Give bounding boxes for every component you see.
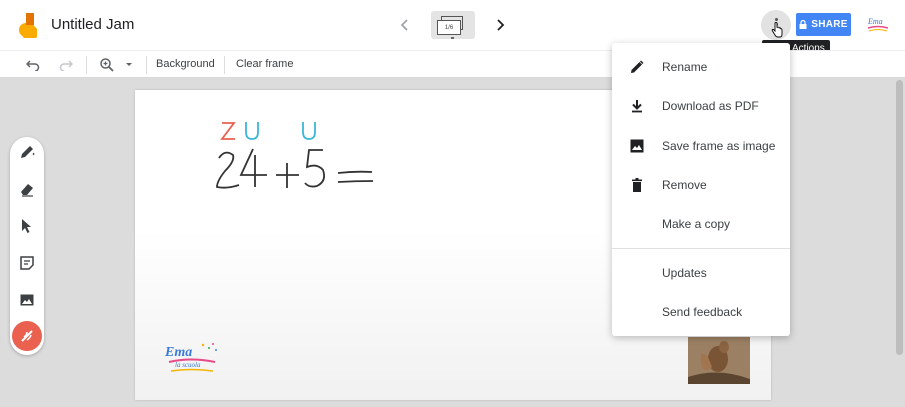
share-button[interactable]: SHARE xyxy=(796,13,851,36)
menu-item-save-image[interactable]: Save frame as image xyxy=(612,128,790,164)
menu-item-make-copy[interactable]: Make a copy xyxy=(612,206,790,242)
avatar[interactable]: Ema xyxy=(866,15,890,35)
download-icon xyxy=(628,97,646,115)
chevron-left-icon xyxy=(400,19,408,31)
trash-icon xyxy=(628,176,646,194)
frame-counter: 1/6 xyxy=(437,20,461,35)
tool-palette xyxy=(10,137,44,355)
document-title[interactable]: Untitled Jam xyxy=(51,16,134,33)
vertical-scrollbar[interactable] xyxy=(896,80,903,355)
svg-text:Ema: Ema xyxy=(867,17,883,26)
previous-frame-button[interactable] xyxy=(395,14,415,36)
eraser-tool[interactable] xyxy=(16,178,38,200)
frame-bar-button[interactable]: 1/6 xyxy=(431,11,475,39)
handwritten-equation xyxy=(205,115,385,205)
zoom-icon[interactable] xyxy=(98,56,116,74)
image-icon xyxy=(628,137,646,155)
undo-icon[interactable] xyxy=(24,56,42,74)
svg-text:Ema: Ema xyxy=(164,345,192,360)
menu-item-label: Remove xyxy=(662,178,707,192)
menu-item-label: Rename xyxy=(662,60,708,74)
background-button[interactable]: Background xyxy=(156,58,215,70)
laser-icon xyxy=(21,330,33,342)
arrow-cursor-icon xyxy=(22,219,31,233)
menu-item-send-feedback[interactable]: Send feedback xyxy=(612,294,790,330)
sticky-note-icon xyxy=(20,256,34,270)
menu-item-label: Make a copy xyxy=(662,217,731,231)
select-tool[interactable] xyxy=(16,215,38,237)
pencil-icon xyxy=(628,58,646,76)
menu-item-download-pdf[interactable]: Download as PDF xyxy=(612,88,790,124)
menu-item-updates[interactable]: Updates xyxy=(612,255,790,291)
menu-item-label: Save frame as image xyxy=(662,139,776,153)
clear-frame-button[interactable]: Clear frame xyxy=(236,58,293,70)
ema-la-scuola-logo: Ema la scuola xyxy=(163,340,221,376)
svg-text:la scuola: la scuola xyxy=(175,361,201,369)
redo-icon[interactable] xyxy=(57,56,75,74)
menu-item-rename[interactable]: Rename xyxy=(612,49,790,85)
menu-item-label: Send feedback xyxy=(662,305,743,319)
jamboard-logo-icon xyxy=(17,12,38,41)
more-actions-menu: Rename Download as PDF Save frame as ima… xyxy=(612,43,790,336)
zoom-dropdown-icon[interactable] xyxy=(121,56,137,74)
menu-item-remove[interactable]: Remove xyxy=(612,167,790,203)
pen-icon xyxy=(21,146,35,158)
lock-icon xyxy=(799,20,807,29)
image-icon xyxy=(20,294,34,306)
menu-item-label: Download as PDF xyxy=(662,99,759,113)
image-tool[interactable] xyxy=(16,289,38,311)
laser-tool[interactable] xyxy=(12,321,42,351)
menu-item-label: Updates xyxy=(662,266,707,280)
sticky-note-tool[interactable] xyxy=(16,252,38,274)
pen-tool[interactable] xyxy=(16,141,38,163)
eraser-icon xyxy=(21,184,33,197)
squirrel-photo[interactable] xyxy=(688,337,750,384)
next-frame-button[interactable] xyxy=(490,14,510,36)
menu-divider xyxy=(612,248,790,249)
share-label: SHARE xyxy=(811,19,848,30)
chevron-right-icon xyxy=(497,19,505,31)
